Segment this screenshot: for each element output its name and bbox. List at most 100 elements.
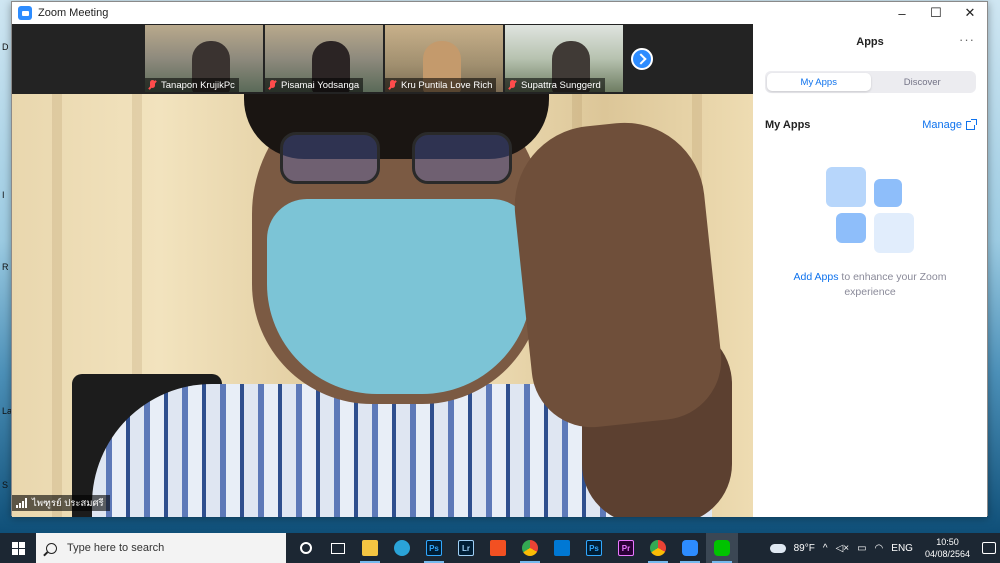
active-speaker-video[interactable]: ไพฑูรย์ ประสมศรี <box>12 94 753 517</box>
zoom-window: Zoom Meeting – ☐ ✕ Tanapon KrujikPc Pisa… <box>11 1 988 517</box>
start-button[interactable] <box>0 533 36 563</box>
system-tray: 89°F ^ ◁× ▭ ◠ ENG 10:50 04/08/2564 <box>766 533 1000 563</box>
participant-nameplate: Tanapon KrujikPc <box>145 78 239 92</box>
participant-thumbnail[interactable]: Kru Puntila Love Rich <box>385 25 503 92</box>
external-link-icon <box>966 118 977 130</box>
zoom-icon <box>682 540 698 556</box>
participant-name: Supattra Sunggerd <box>521 79 601 91</box>
zoom-app-icon <box>18 6 32 20</box>
participant-thumbnail[interactable]: Supattra Sunggerd <box>505 25 623 92</box>
maximize-button[interactable]: ☐ <box>919 2 953 24</box>
zoom-button[interactable] <box>674 533 706 563</box>
empty-state-text: to enhance your Zoom experience <box>838 271 947 298</box>
taskbar: Type here to search Ps Lr Ps Pr 89°F ^ ◁… <box>0 533 1000 563</box>
clock[interactable]: 10:50 04/08/2564 <box>925 536 970 560</box>
premiere-icon: Pr <box>618 540 634 556</box>
muted-mic-icon <box>388 80 397 90</box>
manage-label: Manage <box>922 119 962 131</box>
line-button[interactable] <box>706 533 738 563</box>
manage-link[interactable]: Manage <box>922 118 977 131</box>
curtain-fold <box>52 94 62 517</box>
notification-center-icon[interactable] <box>982 542 996 554</box>
apps-panel-title: Apps <box>856 36 884 48</box>
store-icon <box>490 540 506 556</box>
title-bar[interactable]: Zoom Meeting – ☐ ✕ <box>12 2 987 24</box>
task-view-button[interactable] <box>322 533 354 563</box>
search-placeholder: Type here to search <box>67 542 165 554</box>
glasses-lens <box>280 132 380 184</box>
weather-icon[interactable] <box>769 543 786 553</box>
muted-mic-icon <box>268 80 277 90</box>
show-hidden-icons-icon[interactable]: ^ <box>823 543 828 554</box>
store-button[interactable] <box>482 533 514 563</box>
chrome-icon <box>650 540 666 556</box>
cortana-icon <box>300 542 312 554</box>
edge-icon <box>394 540 410 556</box>
mail-icon <box>554 540 570 556</box>
participant-thumbnail[interactable]: Tanapon KrujikPc <box>145 25 263 92</box>
taskbar-search-box[interactable]: Type here to search <box>36 533 286 563</box>
weather-temp[interactable]: 89°F <box>794 543 815 554</box>
add-apps-link[interactable]: Add Apps <box>794 271 839 283</box>
wifi-icon[interactable]: ◠ <box>875 543 884 554</box>
line-icon <box>714 540 730 556</box>
input-language[interactable]: ENG <box>891 543 913 554</box>
muted-mic-icon <box>508 80 517 90</box>
tile <box>874 179 902 207</box>
tile <box>874 213 914 253</box>
premiere-button[interactable]: Pr <box>610 533 642 563</box>
muted-mic-icon <box>148 80 157 90</box>
close-button[interactable]: ✕ <box>953 2 987 24</box>
search-icon <box>46 542 57 554</box>
speaker-name: ไพฑูรย์ ประสมศรี <box>32 497 104 509</box>
chrome-icon <box>522 540 538 556</box>
volume-icon[interactable]: ◁× <box>836 543 850 554</box>
glasses-lens <box>412 132 512 184</box>
photoshop-2-button[interactable]: Ps <box>578 533 610 563</box>
desktop-icon-label[interactable]: S <box>2 480 8 490</box>
speaker-hand <box>506 114 728 434</box>
participant-strip: Tanapon KrujikPc Pisamai Yodsanga Kru Pu… <box>12 24 753 94</box>
task-view-icon <box>331 542 345 554</box>
tile <box>826 167 866 207</box>
windows-logo-icon <box>11 541 25 555</box>
mail-button[interactable] <box>546 533 578 563</box>
apps-empty-illustration-icon <box>826 167 918 257</box>
file-explorer-button[interactable] <box>354 533 386 563</box>
desktop-icon-label[interactable]: R <box>2 262 9 272</box>
empty-state-message: Add Apps to enhance your Zoom experience <box>773 270 967 300</box>
participant-name: Tanapon KrujikPc <box>161 79 235 91</box>
participant-nameplate: Kru Puntila Love Rich <box>385 78 497 92</box>
video-area: Tanapon KrujikPc Pisamai Yodsanga Kru Pu… <box>12 24 753 517</box>
minimize-button[interactable]: – <box>885 2 919 24</box>
more-options-icon[interactable]: ··· <box>959 32 975 47</box>
photoshop-icon: Ps <box>426 540 442 556</box>
next-page-arrow-icon[interactable] <box>631 48 653 70</box>
chrome-button[interactable] <box>514 533 546 563</box>
cortana-button[interactable] <box>290 533 322 563</box>
window-controls: – ☐ ✕ <box>885 2 987 24</box>
apps-panel: Apps ··· My Apps Discover My Apps Manage… <box>753 24 987 517</box>
participant-thumbnail[interactable]: Pisamai Yodsanga <box>265 25 383 92</box>
battery-icon[interactable]: ▭ <box>857 543 866 554</box>
edge-button[interactable] <box>386 533 418 563</box>
signal-bars-icon <box>16 498 27 508</box>
apps-tab-switcher: My Apps Discover <box>765 71 976 93</box>
participant-name: Kru Puntila Love Rich <box>401 79 493 91</box>
tab-discover[interactable]: Discover <box>871 73 975 91</box>
tile <box>836 213 866 243</box>
lightroom-icon: Lr <box>458 540 474 556</box>
photoshop-button[interactable]: Ps <box>418 533 450 563</box>
participant-nameplate: Supattra Sunggerd <box>505 78 605 92</box>
tab-my-apps[interactable]: My Apps <box>767 73 871 91</box>
lightroom-button[interactable]: Lr <box>450 533 482 563</box>
photoshop-icon: Ps <box>586 540 602 556</box>
desktop-icon-label[interactable]: I <box>2 190 5 200</box>
clock-time: 10:50 <box>936 537 959 547</box>
desktop-icon-label[interactable]: D <box>2 42 9 52</box>
folder-icon <box>362 540 378 556</box>
speaker-nameplate: ไพฑูรย์ ประสมศรี <box>12 495 110 511</box>
chrome-2-button[interactable] <box>642 533 674 563</box>
face-mask <box>267 199 532 394</box>
clock-date: 04/08/2564 <box>924 549 970 559</box>
